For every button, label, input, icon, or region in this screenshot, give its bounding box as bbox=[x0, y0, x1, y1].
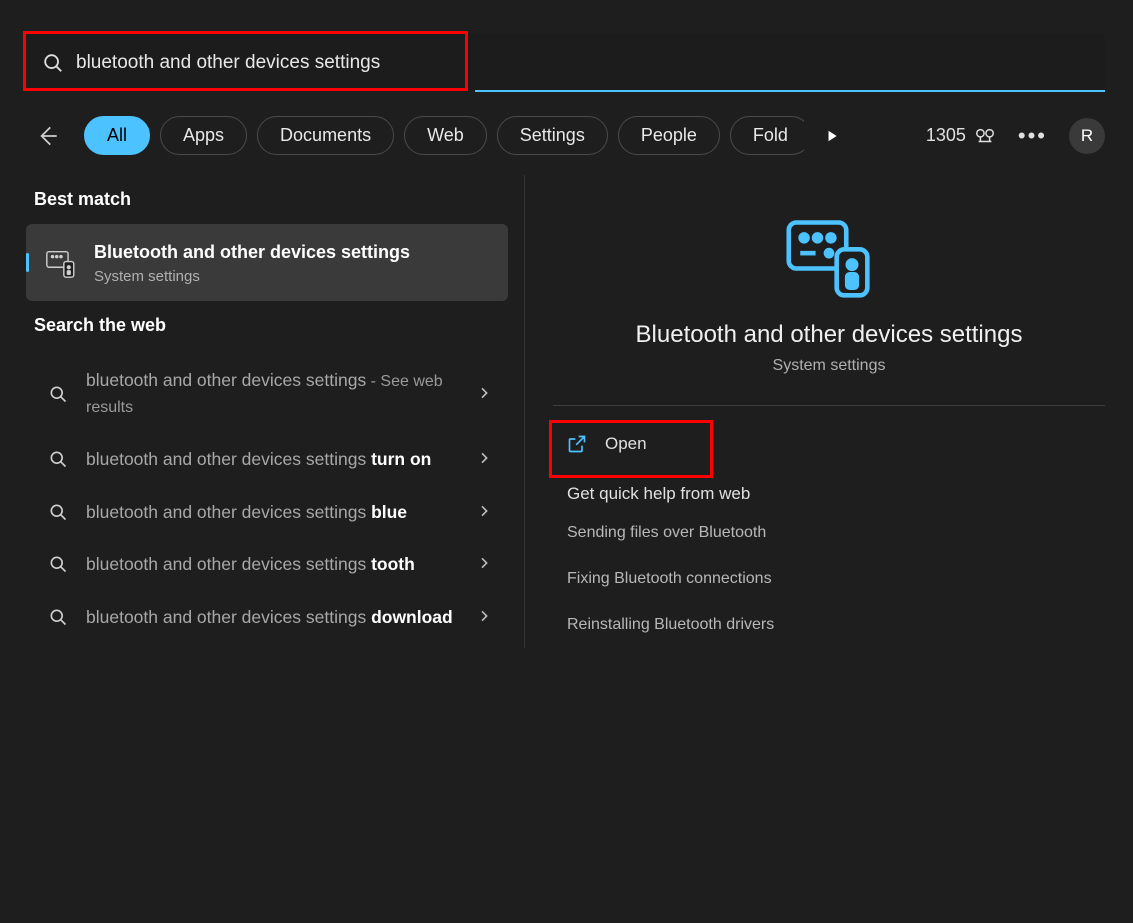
chevron-right-icon bbox=[476, 555, 494, 573]
web-result-item[interactable]: bluetooth and other devices settings - S… bbox=[0, 354, 524, 433]
help-link-fixing[interactable]: Fixing Bluetooth connections bbox=[553, 556, 1105, 602]
web-result-item[interactable]: bluetooth and other devices settings blu… bbox=[0, 486, 524, 539]
filter-chip-apps[interactable]: Apps bbox=[160, 116, 247, 155]
web-result-text: bluetooth and other devices settings blu… bbox=[86, 500, 476, 525]
chevron-right-icon bbox=[476, 450, 494, 468]
web-result-text: bluetooth and other devices settings - S… bbox=[86, 368, 476, 419]
search-input[interactable] bbox=[76, 52, 1105, 74]
user-avatar[interactable]: R bbox=[1069, 118, 1105, 154]
web-result-text: bluetooth and other devices settings tur… bbox=[86, 447, 476, 472]
points-value: 1305 bbox=[926, 125, 966, 146]
chevron-right-icon bbox=[476, 385, 494, 403]
web-result-text: bluetooth and other devices settings too… bbox=[86, 552, 476, 577]
best-match-subtitle: System settings bbox=[94, 268, 410, 285]
open-external-icon bbox=[567, 434, 587, 454]
devices-settings-icon bbox=[44, 246, 78, 280]
filter-chip-web[interactable]: Web bbox=[404, 116, 487, 155]
search-icon bbox=[48, 554, 68, 574]
detail-subtitle: System settings bbox=[773, 357, 886, 375]
section-search-web: Search the web bbox=[0, 301, 524, 350]
search-icon bbox=[48, 449, 68, 469]
web-result-item[interactable]: bluetooth and other devices settings tur… bbox=[0, 433, 524, 486]
search-icon bbox=[48, 502, 68, 522]
quick-help-header: Get quick help from web bbox=[553, 468, 1105, 510]
search-icon bbox=[42, 52, 64, 74]
best-match-title: Bluetooth and other devices settings bbox=[94, 240, 410, 264]
avatar-initial: R bbox=[1081, 126, 1093, 146]
filter-chip-people[interactable]: People bbox=[618, 116, 720, 155]
detail-title: Bluetooth and other devices settings bbox=[636, 321, 1023, 349]
rewards-points[interactable]: 1305 bbox=[926, 125, 996, 147]
chevron-right-icon bbox=[476, 503, 494, 521]
search-icon bbox=[48, 384, 68, 404]
filter-chip-folders[interactable]: Fold bbox=[730, 116, 804, 155]
search-icon bbox=[48, 607, 68, 627]
chevron-right-icon bbox=[476, 608, 494, 626]
detail-devices-icon bbox=[783, 211, 875, 303]
help-link-reinstall[interactable]: Reinstalling Bluetooth drivers bbox=[553, 602, 1105, 648]
detail-divider bbox=[553, 405, 1105, 406]
web-result-item[interactable]: bluetooth and other devices settings too… bbox=[0, 538, 524, 591]
filter-chip-documents[interactable]: Documents bbox=[257, 116, 394, 155]
filter-chip-all[interactable]: All bbox=[84, 116, 150, 155]
section-best-match: Best match bbox=[0, 175, 524, 224]
open-action[interactable]: Open bbox=[553, 420, 1105, 468]
search-focus-underline bbox=[475, 90, 1105, 92]
filter-chip-settings[interactable]: Settings bbox=[497, 116, 608, 155]
chips-scroll-next[interactable] bbox=[814, 118, 850, 154]
best-match-result[interactable]: Bluetooth and other devices settings Sys… bbox=[26, 224, 508, 301]
ellipsis-icon: ••• bbox=[1018, 123, 1047, 148]
web-result-text: bluetooth and other devices settings dow… bbox=[86, 605, 476, 630]
web-result-item[interactable]: bluetooth and other devices settings dow… bbox=[0, 591, 524, 644]
filter-chips: All Apps Documents Web Settings People F… bbox=[84, 116, 804, 155]
trophy-icon bbox=[974, 125, 996, 147]
web-results-list: bluetooth and other devices settings - S… bbox=[0, 354, 524, 643]
search-bar[interactable] bbox=[28, 34, 1105, 92]
back-button[interactable] bbox=[28, 117, 66, 155]
more-options-button[interactable]: ••• bbox=[1018, 123, 1047, 149]
help-link-sending[interactable]: Sending files over Bluetooth bbox=[553, 510, 1105, 556]
open-label: Open bbox=[605, 434, 647, 454]
